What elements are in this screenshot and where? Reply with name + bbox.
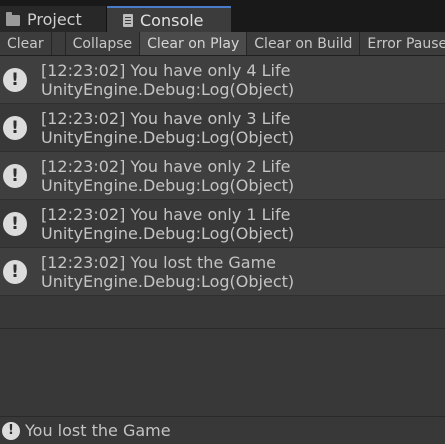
clear-on-build-toggle[interactable]: Clear on Build <box>247 32 361 55</box>
log-entry[interactable]: ! [12:23:02] You lost the Game UnityEngi… <box>0 248 445 296</box>
log-detail: UnityEngine.Debug:Log(Object) <box>41 272 295 291</box>
log-entry[interactable]: ! [12:23:02] You have only 4 Life UnityE… <box>0 56 445 104</box>
info-icon: ! <box>3 260 27 284</box>
toolbar-spacer <box>52 32 66 55</box>
log-detail-panel[interactable] <box>0 328 445 417</box>
log-detail: UnityEngine.Debug:Log(Object) <box>41 176 295 195</box>
log-message: [12:23:02] You have only 4 Life <box>41 61 291 80</box>
tab-console-label: Console <box>140 10 204 30</box>
tab-console[interactable]: Console <box>107 6 231 32</box>
info-icon: ! <box>3 164 27 188</box>
log-message: [12:23:02] You lost the Game <box>41 253 276 272</box>
log-message: [12:23:02] You have only 1 Life <box>41 205 291 224</box>
log-entry[interactable]: ! [12:23:02] You have only 1 Life UnityE… <box>0 200 445 248</box>
folder-icon <box>6 11 20 26</box>
console-toolbar: Clear Collapse Clear on Play Clear on Bu… <box>0 32 445 56</box>
tab-project-label: Project <box>27 9 82 29</box>
tab-project[interactable]: Project <box>0 6 107 32</box>
log-entry[interactable]: ! [12:23:02] You have only 2 Life UnityE… <box>0 152 445 200</box>
log-detail: UnityEngine.Debug:Log(Object) <box>41 224 295 243</box>
log-message: [12:23:02] You have only 3 Life <box>41 109 291 128</box>
log-detail: UnityEngine.Debug:Log(Object) <box>41 80 295 99</box>
tab-bar: Project Console <box>0 0 445 32</box>
clear-on-play-toggle[interactable]: Clear on Play <box>140 32 248 55</box>
error-pause-toggle[interactable]: Error Pause <box>360 32 445 55</box>
status-message: You lost the Game <box>25 421 171 440</box>
info-icon: ! <box>3 68 27 92</box>
clear-button[interactable]: Clear <box>0 32 52 55</box>
status-bar[interactable]: ! You lost the Game <box>0 416 445 444</box>
console-window: Project Console Clear Collapse Clear on … <box>0 0 445 444</box>
info-icon: ! <box>2 421 20 440</box>
console-icon <box>123 13 133 27</box>
log-message: [12:23:02] You have only 2 Life <box>41 157 291 176</box>
log-detail: UnityEngine.Debug:Log(Object) <box>41 128 295 147</box>
log-entry[interactable]: ! [12:23:02] You have only 3 Life UnityE… <box>0 104 445 152</box>
collapse-toggle[interactable]: Collapse <box>66 32 141 55</box>
info-icon: ! <box>3 212 27 236</box>
info-icon: ! <box>3 116 27 140</box>
